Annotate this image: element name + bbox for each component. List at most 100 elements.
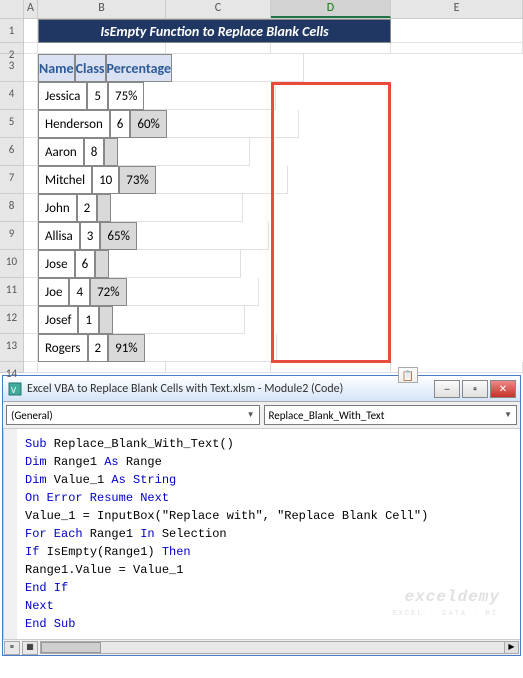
cell-E13[interactable] xyxy=(145,334,277,362)
cell-A4[interactable] xyxy=(24,82,38,110)
row-header-12[interactable]: 12 xyxy=(0,306,24,334)
row-header-13[interactable]: 13 xyxy=(0,334,24,362)
col-header-A[interactable]: A xyxy=(24,0,38,18)
row-header-6[interactable]: 6 xyxy=(0,138,24,166)
cell-E8[interactable] xyxy=(111,194,243,222)
cell-B2[interactable] xyxy=(38,43,166,54)
cell-A11[interactable] xyxy=(24,278,38,306)
cell-class-5[interactable]: 6 xyxy=(110,110,131,138)
cell-class-7[interactable]: 10 xyxy=(92,166,119,194)
cell-pct-10[interactable] xyxy=(95,250,109,278)
close-button[interactable]: ✕ xyxy=(490,380,516,398)
row-header-3[interactable]: 3 xyxy=(0,54,24,82)
cell-A14[interactable] xyxy=(24,362,38,373)
col-header-E[interactable]: E xyxy=(391,0,523,18)
cell-class-4[interactable]: 5 xyxy=(87,82,108,110)
cell-pct-12[interactable] xyxy=(99,306,113,334)
cell-class-6[interactable]: 8 xyxy=(84,138,105,166)
cell-C14[interactable] xyxy=(166,362,271,373)
minimize-button[interactable]: ─ xyxy=(434,380,460,398)
row-header-1[interactable]: 1 xyxy=(0,19,24,43)
maximize-button[interactable]: ▫ xyxy=(462,380,488,398)
header-class[interactable]: Class xyxy=(75,54,106,82)
cell-A10[interactable] xyxy=(24,250,38,278)
cell-class-8[interactable]: 2 xyxy=(77,194,98,222)
row-header-4[interactable]: 4 xyxy=(0,82,24,110)
row-header-11[interactable]: 11 xyxy=(0,278,24,306)
cell-A5[interactable] xyxy=(24,110,38,138)
cell-E12[interactable] xyxy=(113,306,245,334)
cell-E3[interactable] xyxy=(172,54,304,82)
cell-name-11[interactable]: Joe xyxy=(38,278,69,306)
header-name[interactable]: Name xyxy=(38,54,75,82)
col-header-C[interactable]: C xyxy=(166,0,271,18)
object-dropdown[interactable]: (General) ▼ xyxy=(6,405,260,425)
cell-A7[interactable] xyxy=(24,166,38,194)
cell-pct-9[interactable]: 65% xyxy=(100,222,136,250)
cell-pct-6[interactable] xyxy=(104,138,118,166)
view-full-icon[interactable]: ▦ xyxy=(22,641,38,655)
cell-pct-11[interactable]: 72% xyxy=(90,278,126,306)
cell-class-12[interactable]: 1 xyxy=(78,306,99,334)
row-header-7[interactable]: 7 xyxy=(0,166,24,194)
col-header-B[interactable]: B xyxy=(38,0,166,18)
select-all-corner[interactable] xyxy=(0,0,24,18)
row-header-9[interactable]: 9 xyxy=(0,222,24,250)
cell-E1[interactable] xyxy=(391,19,523,43)
cell-E2[interactable] xyxy=(391,43,523,54)
row-header-2[interactable]: 2 xyxy=(0,43,24,54)
cell-C2[interactable] xyxy=(166,43,271,54)
cell-D2[interactable] xyxy=(271,43,391,54)
cell-class-11[interactable]: 4 xyxy=(69,278,90,306)
cell-B14[interactable] xyxy=(38,362,166,373)
code-editor[interactable]: Sub Replace_Blank_With_Text() Dim Range1… xyxy=(3,429,520,639)
cell-A2[interactable] xyxy=(24,43,38,54)
cell-A1[interactable] xyxy=(24,19,38,43)
cell-name-7[interactable]: Mitchel xyxy=(38,166,92,194)
header-percentage[interactable]: Percentage xyxy=(106,54,173,82)
scrollbar-thumb[interactable] xyxy=(41,642,101,653)
cell-name-9[interactable]: Allisa xyxy=(38,222,80,250)
horizontal-scrollbar[interactable]: ▶ xyxy=(40,641,519,654)
cell-E7[interactable] xyxy=(156,166,288,194)
cell-A9[interactable] xyxy=(24,222,38,250)
cell-class-9[interactable]: 3 xyxy=(80,222,101,250)
cell-name-10[interactable]: Jose xyxy=(38,250,75,278)
cell-pct-5[interactable]: 60% xyxy=(130,110,166,138)
cell-E4[interactable] xyxy=(144,82,276,110)
cell-A8[interactable] xyxy=(24,194,38,222)
cell-pct-4[interactable]: 75% xyxy=(108,82,144,110)
cell-E6[interactable] xyxy=(118,138,250,166)
cell-class-10[interactable]: 6 xyxy=(75,250,96,278)
cell-D14[interactable] xyxy=(271,362,391,373)
cell-E11[interactable] xyxy=(127,278,259,306)
cell-A3[interactable] xyxy=(24,54,38,82)
cell-name-13[interactable]: Rogers xyxy=(38,334,88,362)
paste-options-icon[interactable]: 📋 xyxy=(398,367,418,383)
cell-name-4[interactable]: Jessica xyxy=(38,82,87,110)
cell-E10[interactable] xyxy=(109,250,241,278)
cell-name-8[interactable]: John xyxy=(38,194,77,222)
cell-name-12[interactable]: Josef xyxy=(38,306,78,334)
col-header-D[interactable]: D xyxy=(271,0,391,18)
cell-class-13[interactable]: 2 xyxy=(88,334,109,362)
procedure-dropdown[interactable]: Replace_Blank_With_Text ▼ xyxy=(264,405,518,425)
cell-E9[interactable] xyxy=(137,222,269,250)
scroll-right-icon[interactable]: ▶ xyxy=(504,642,518,653)
title-cell[interactable]: IsEmpty Function to Replace Blank Cells xyxy=(38,19,391,43)
grid[interactable]: IsEmpty Function to Replace Blank Cells … xyxy=(24,19,523,373)
row-header-5[interactable]: 5 xyxy=(0,110,24,138)
cell-name-6[interactable]: Aaron xyxy=(38,138,84,166)
cell-A12[interactable] xyxy=(24,306,38,334)
cell-pct-7[interactable]: 73% xyxy=(119,166,155,194)
cell-pct-8[interactable] xyxy=(97,194,111,222)
cell-pct-13[interactable]: 91% xyxy=(108,334,144,362)
cell-name-5[interactable]: Henderson xyxy=(38,110,110,138)
row-header-8[interactable]: 8 xyxy=(0,194,24,222)
cell-A13[interactable] xyxy=(24,334,38,362)
cell-E5[interactable] xyxy=(167,110,299,138)
vbe-titlebar[interactable]: V Excel VBA to Replace Blank Cells with … xyxy=(3,376,520,402)
row-header-10[interactable]: 10 xyxy=(0,250,24,278)
row-header-14[interactable]: 14 xyxy=(0,362,24,373)
cell-A6[interactable] xyxy=(24,138,38,166)
